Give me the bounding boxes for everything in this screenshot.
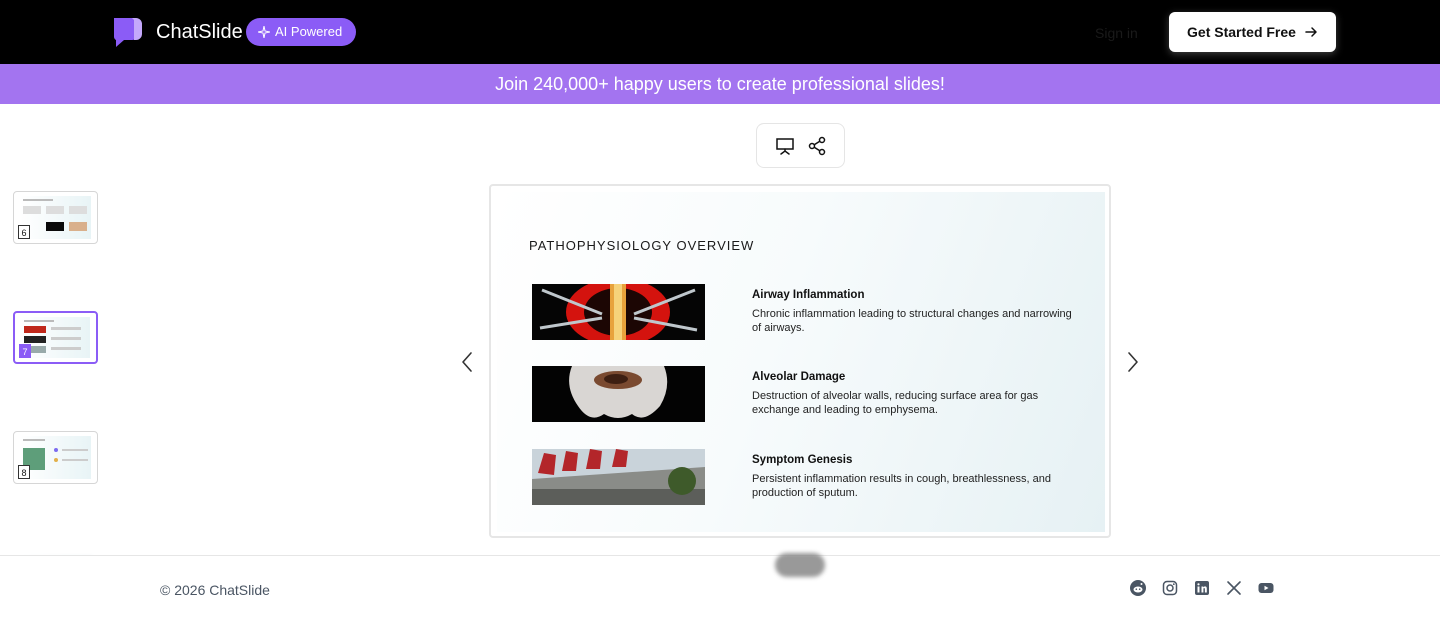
social-links (1130, 580, 1274, 596)
slide-thumbnail-6[interactable]: 6 (13, 191, 98, 244)
slide-thumbnail-7[interactable]: 7 (13, 311, 98, 364)
share-icon[interactable] (807, 136, 827, 156)
airway-inflammation-image (532, 284, 705, 340)
item-heading: Alveolar Damage (752, 371, 846, 383)
slide-number: 8 (18, 465, 30, 479)
get-started-button[interactable]: Get Started Free (1169, 12, 1336, 52)
item-description: Destruction of alveolar walls, reducing … (752, 390, 1039, 416)
item-description: Chronic inflammation leading to structur… (752, 308, 1072, 334)
alveolar-damage-image (532, 366, 705, 422)
slide-page-indicator (775, 553, 825, 577)
youtube-icon[interactable] (1258, 580, 1274, 596)
promo-banner: Join 240,000+ happy users to create prof… (0, 64, 1440, 104)
sign-in-link[interactable]: Sign in (1095, 24, 1138, 42)
previous-slide-arrow-icon[interactable] (460, 350, 474, 374)
present-icon[interactable] (775, 136, 795, 156)
slide-number: 6 (18, 225, 30, 239)
next-slide-arrow-icon[interactable] (1126, 350, 1140, 374)
slide-thumbnail-8[interactable]: 8 (13, 431, 98, 484)
thumbnail-preview (20, 436, 91, 479)
copyright-text: © 2026 ChatSlide (160, 582, 270, 598)
arrow-right-icon (1305, 27, 1317, 37)
chatslide-logo-icon[interactable] (112, 16, 144, 48)
symptom-genesis-image (532, 449, 705, 505)
ai-powered-label: AI Powered (275, 24, 343, 39)
thumbnail-preview (20, 196, 91, 239)
item-heading: Airway Inflammation (752, 289, 865, 301)
instagram-icon[interactable] (1162, 580, 1178, 596)
item-description: Persistent inflammation results in cough… (752, 473, 1051, 499)
x-icon[interactable] (1226, 580, 1242, 596)
footer: © 2026 ChatSlide (0, 555, 1440, 620)
top-navigation-bar: ChatSlide AI Powered Sign in Get Started… (0, 0, 1440, 64)
sparkle-icon (258, 26, 270, 38)
slide-toolbox (756, 123, 845, 168)
current-slide: PATHOPHYSIOLOGY OVERVIEW Airway Inflamma… (497, 192, 1105, 532)
slide-number: 7 (19, 344, 31, 358)
item-heading: Symptom Genesis (752, 454, 853, 466)
brand-name[interactable]: ChatSlide (156, 20, 243, 44)
slide-frame: PATHOPHYSIOLOGY OVERVIEW Airway Inflamma… (489, 184, 1111, 538)
linkedin-icon[interactable] (1194, 580, 1210, 596)
reddit-icon[interactable] (1130, 580, 1146, 596)
get-started-label: Get Started Free (1187, 24, 1296, 40)
ai-powered-badge: AI Powered (246, 18, 357, 46)
slide-title: PATHOPHYSIOLOGY OVERVIEW (529, 238, 755, 253)
thumbnail-preview (21, 317, 90, 358)
